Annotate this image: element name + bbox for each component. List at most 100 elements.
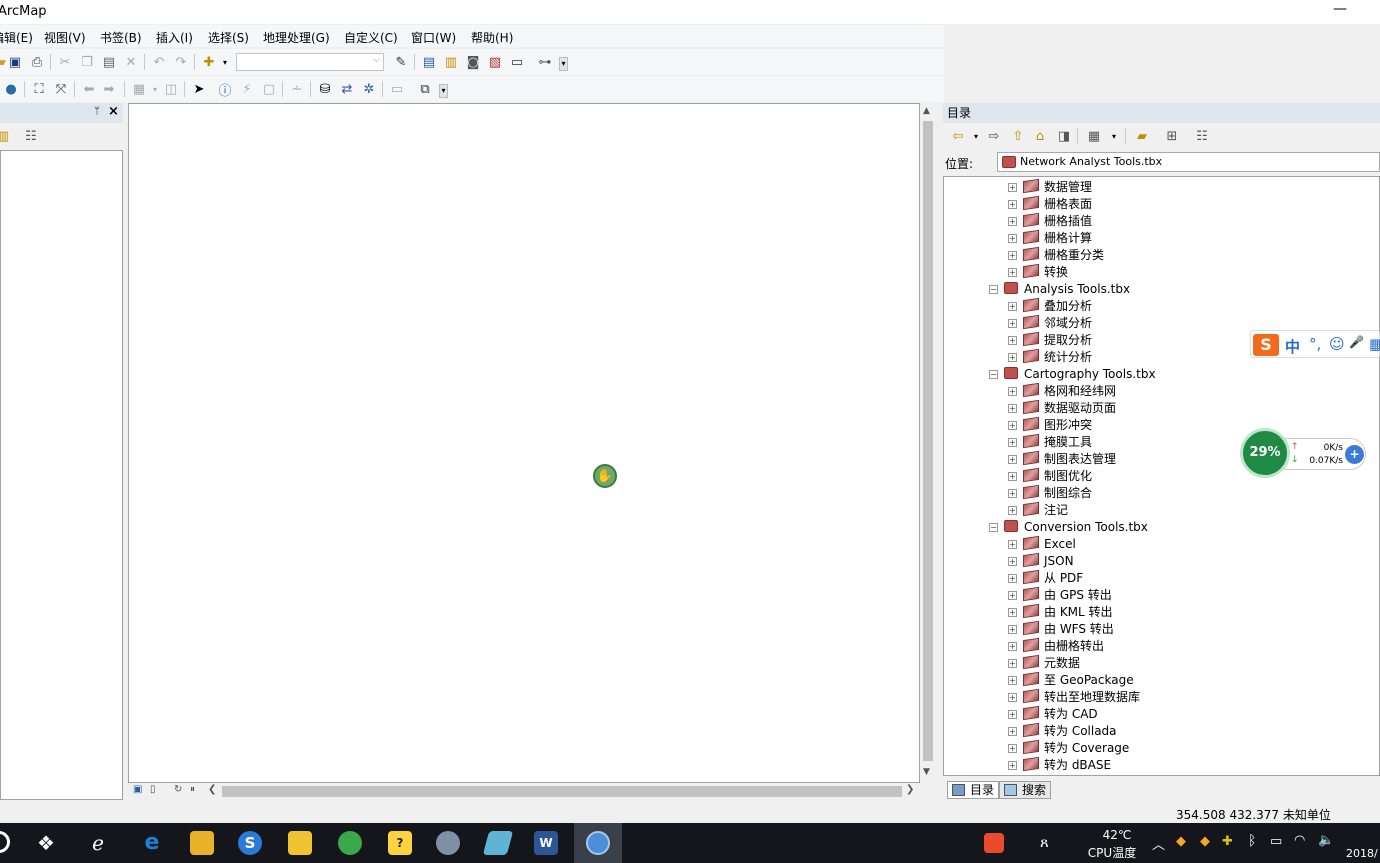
find-icon[interactable]: ⛁ <box>316 80 334 98</box>
table-of-contents-icon[interactable]: ▤ <box>420 53 438 71</box>
expand-icon[interactable]: + <box>1008 336 1017 345</box>
forward-extent-icon[interactable]: ➡ <box>100 80 118 98</box>
identify-icon[interactable]: ⓘ <box>216 80 234 99</box>
connect-folder-icon[interactable]: ▰ <box>1133 127 1151 145</box>
forward-icon[interactable]: ⇨ <box>985 127 1003 145</box>
expand-icon[interactable]: + <box>1008 353 1017 362</box>
toolset-node[interactable]: + 转为 dBASE <box>1008 756 1111 774</box>
expand-icon[interactable]: + <box>1008 574 1017 583</box>
map-vertical-scrollbar[interactable]: ▲ ▼ <box>920 103 936 783</box>
notes-app-icon[interactable] <box>288 831 312 855</box>
toolbar-overflow-icon[interactable]: ▾ <box>559 57 568 71</box>
toolset-node[interactable]: + 由 GPS 转出 <box>1008 586 1112 604</box>
toolset-node[interactable]: + 栅格计算 <box>1008 229 1092 247</box>
clear-selection-icon[interactable]: ◫ <box>162 80 180 98</box>
360-security-icon[interactable] <box>338 831 362 855</box>
expand-icon[interactable]: + <box>1008 676 1017 685</box>
search-window-icon[interactable]: ◙ <box>464 53 482 71</box>
toolset-node[interactable]: + Excel <box>1008 535 1076 553</box>
toolset-node[interactable]: + 叠加分析 <box>1008 297 1092 315</box>
word-app-icon[interactable]: W <box>534 831 558 855</box>
menu-geoprocessing[interactable]: 地理处理(G) <box>263 29 330 46</box>
bluetooth-icon[interactable]: ᛒ <box>1248 833 1256 849</box>
toolset-node[interactable]: + 掩膜工具 <box>1008 433 1092 451</box>
search-icon[interactable] <box>0 831 10 853</box>
cut-icon[interactable]: ✂ <box>56 53 74 71</box>
menu-edit[interactable]: 编辑(E) <box>0 29 33 46</box>
select-elements-icon[interactable]: ➤ <box>190 80 208 98</box>
expand-icon[interactable]: + <box>1008 608 1017 617</box>
toolset-node[interactable]: + JSON <box>1008 552 1074 570</box>
toolbox-node[interactable]: − Analysis Tools.tbx <box>989 281 1130 298</box>
expand-icon[interactable]: + <box>1008 455 1017 464</box>
close-icon[interactable]: × <box>108 104 119 119</box>
file-explorer-icon[interactable] <box>190 831 214 855</box>
expand-icon[interactable]: + <box>1008 438 1017 447</box>
pin-icon[interactable]: ᛘ <box>94 106 100 117</box>
arcmap-taskbar-button[interactable] <box>574 823 622 863</box>
toolset-node[interactable]: + 栅格插值 <box>1008 212 1092 230</box>
measure-icon[interactable]: ⩪ <box>288 80 306 98</box>
toolset-node[interactable]: + 图形冲突 <box>1008 416 1092 434</box>
toolbox-node[interactable]: − Conversion Tools.tbx <box>989 519 1148 536</box>
toolset-node[interactable]: + 由栅格转出 <box>1008 637 1104 655</box>
paste-icon[interactable]: ▤ <box>100 53 118 71</box>
expand-icon[interactable]: + <box>1008 506 1017 515</box>
map-canvas[interactable] <box>128 103 920 783</box>
hyperlink-icon[interactable]: ⚡ <box>238 80 256 98</box>
notebook-app-icon[interactable] <box>482 831 514 855</box>
tray-app-icon[interactable]: ✚ <box>1222 834 1233 849</box>
views-dropdown-icon[interactable]: ▾ <box>1105 127 1123 145</box>
toolbox-node[interactable]: − Cartography Tools.tbx <box>989 366 1156 383</box>
expand-icon[interactable]: + <box>1008 659 1017 668</box>
ime-toolbox-icon[interactable]: ▦ <box>1369 335 1380 353</box>
model-builder-icon[interactable]: ⊶ <box>536 53 554 71</box>
fixed-zoom-out-icon[interactable]: ⤧ <box>52 80 70 98</box>
expand-icon[interactable]: + <box>1008 489 1017 498</box>
sogou-logo-icon[interactable]: S <box>1253 334 1279 356</box>
ime-mode-chinese[interactable]: 中 <box>1285 336 1300 357</box>
expand-icon[interactable]: + <box>1008 591 1017 600</box>
toolset-node[interactable]: + 邻域分析 <box>1008 314 1092 332</box>
expand-icon[interactable]: + <box>1008 642 1017 651</box>
menu-help[interactable]: 帮助(H) <box>471 29 513 46</box>
toc-content[interactable] <box>0 150 123 800</box>
expand-icon[interactable]: + <box>1008 693 1017 702</box>
accelerate-plus-icon[interactable]: + <box>1345 445 1364 464</box>
catalog-options-icon[interactable]: ☷ <box>1193 127 1211 145</box>
tab-catalog[interactable]: 目录 <box>947 781 1000 799</box>
network-speed-widget[interactable]: ↑ 0K/s ↓ 0.07K/s + 29% <box>1240 428 1368 478</box>
globe-icon[interactable]: ● <box>2 80 20 98</box>
toolset-node[interactable]: + 制图综合 <box>1008 484 1092 502</box>
volume-icon[interactable]: 🔈 <box>1318 833 1334 848</box>
create-viewer-window-icon[interactable]: ⧉ <box>416 80 434 98</box>
tray-app-icon[interactable]: ◆ <box>1200 834 1210 849</box>
battery-icon[interactable]: ▭ <box>1270 834 1282 849</box>
options-icon[interactable]: ☷ <box>22 127 40 145</box>
expand-icon[interactable]: + <box>1008 421 1017 430</box>
undo-icon[interactable]: ↶ <box>150 53 168 71</box>
expand-icon[interactable]: + <box>1008 744 1017 753</box>
toolset-node[interactable]: + 栅格表面 <box>1008 195 1092 213</box>
toolset-node[interactable]: + 数据驱动页面 <box>1008 399 1116 417</box>
show-hidden-icons-chevron-icon[interactable]: ︿ <box>1152 834 1165 853</box>
go-to-xy-icon[interactable]: ✲ <box>360 80 378 98</box>
print-icon[interactable]: ⎙ <box>28 53 46 71</box>
toolset-node[interactable]: + 至 GeoPackage <box>1008 671 1134 689</box>
toolset-node[interactable]: + 由 KML 转出 <box>1008 603 1113 621</box>
toolset-node[interactable]: + 栅格重分类 <box>1008 246 1104 264</box>
toolset-node[interactable]: + 转为 Collada <box>1008 722 1117 740</box>
layout-view-icon[interactable]: ▯ <box>150 784 156 795</box>
expand-icon[interactable]: + <box>1008 217 1017 226</box>
menu-view[interactable]: 视图(V) <box>44 29 86 46</box>
expand-icon[interactable]: + <box>1008 183 1017 192</box>
toolset-node[interactable]: + 制图优化 <box>1008 467 1092 485</box>
menu-bookmarks[interactable]: 书签(B) <box>100 29 142 46</box>
expand-icon[interactable]: + <box>1008 540 1017 549</box>
toggle-contents-icon[interactable]: ◨ <box>1055 127 1073 145</box>
toolset-node[interactable]: + 转换 <box>1008 263 1068 281</box>
tab-search[interactable]: 搜索 <box>999 781 1052 799</box>
clock-date[interactable]: 2018/ <box>1346 847 1378 860</box>
map-scale-combo[interactable]: ⌵ <box>236 53 384 71</box>
home-icon[interactable]: ⌂ <box>1031 127 1049 145</box>
